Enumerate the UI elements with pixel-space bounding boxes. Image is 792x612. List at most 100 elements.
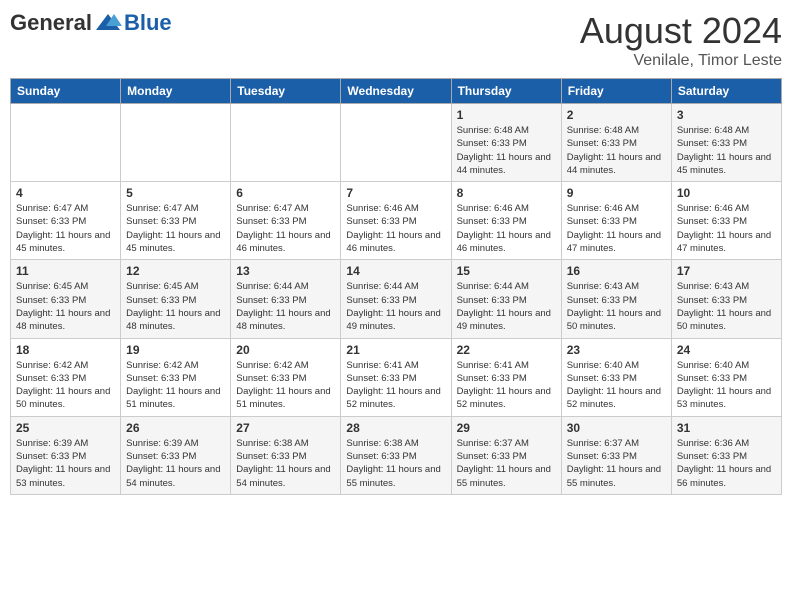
day-info: Sunrise: 6:40 AM Sunset: 6:33 PM Dayligh… (677, 359, 776, 412)
table-row: 18 Sunrise: 6:42 AM Sunset: 6:33 PM Dayli… (11, 338, 121, 416)
day-number: 2 (567, 108, 666, 122)
day-number: 29 (457, 421, 556, 435)
day-info: Sunrise: 6:45 AM Sunset: 6:33 PM Dayligh… (16, 280, 115, 333)
day-number: 30 (567, 421, 666, 435)
table-row (11, 104, 121, 182)
table-row: 30 Sunrise: 6:37 AM Sunset: 6:33 PM Dayli… (561, 416, 671, 494)
day-number: 9 (567, 186, 666, 200)
day-info: Sunrise: 6:47 AM Sunset: 6:33 PM Dayligh… (16, 202, 115, 255)
day-info: Sunrise: 6:48 AM Sunset: 6:33 PM Dayligh… (567, 124, 666, 177)
day-number: 8 (457, 186, 556, 200)
day-number: 21 (346, 343, 445, 357)
day-number: 27 (236, 421, 335, 435)
table-row: 28 Sunrise: 6:38 AM Sunset: 6:33 PM Dayli… (341, 416, 451, 494)
table-row: 2 Sunrise: 6:48 AM Sunset: 6:33 PM Daylig… (561, 104, 671, 182)
page-header: General Blue August 2024 Venilale, Timor… (10, 10, 782, 70)
day-number: 25 (16, 421, 115, 435)
table-row: 8 Sunrise: 6:46 AM Sunset: 6:33 PM Daylig… (451, 182, 561, 260)
day-info: Sunrise: 6:39 AM Sunset: 6:33 PM Dayligh… (16, 437, 115, 490)
day-info: Sunrise: 6:40 AM Sunset: 6:33 PM Dayligh… (567, 359, 666, 412)
day-number: 24 (677, 343, 776, 357)
table-row (121, 104, 231, 182)
col-friday: Friday (561, 79, 671, 104)
calendar-week-1: 1 Sunrise: 6:48 AM Sunset: 6:33 PM Daylig… (11, 104, 782, 182)
day-info: Sunrise: 6:48 AM Sunset: 6:33 PM Dayligh… (677, 124, 776, 177)
col-tuesday: Tuesday (231, 79, 341, 104)
table-row: 3Sunrise: 6:48 AM Sunset: 6:33 PM Daylig… (671, 104, 781, 182)
day-info: Sunrise: 6:45 AM Sunset: 6:33 PM Dayligh… (126, 280, 225, 333)
table-row: 5 Sunrise: 6:47 AM Sunset: 6:33 PM Daylig… (121, 182, 231, 260)
table-row: 12 Sunrise: 6:45 AM Sunset: 6:33 PM Dayli… (121, 260, 231, 338)
calendar-week-4: 18 Sunrise: 6:42 AM Sunset: 6:33 PM Dayli… (11, 338, 782, 416)
logo-blue-text: Blue (124, 10, 172, 36)
col-wednesday: Wednesday (341, 79, 451, 104)
day-info: Sunrise: 6:46 AM Sunset: 6:33 PM Dayligh… (457, 202, 556, 255)
table-row: 27 Sunrise: 6:38 AM Sunset: 6:33 PM Dayli… (231, 416, 341, 494)
table-row: 31Sunrise: 6:36 AM Sunset: 6:33 PM Dayli… (671, 416, 781, 494)
day-info: Sunrise: 6:42 AM Sunset: 6:33 PM Dayligh… (236, 359, 335, 412)
day-info: Sunrise: 6:41 AM Sunset: 6:33 PM Dayligh… (457, 359, 556, 412)
day-info: Sunrise: 6:44 AM Sunset: 6:33 PM Dayligh… (346, 280, 445, 333)
day-info: Sunrise: 6:43 AM Sunset: 6:33 PM Dayligh… (567, 280, 666, 333)
day-info: Sunrise: 6:47 AM Sunset: 6:33 PM Dayligh… (236, 202, 335, 255)
day-number: 26 (126, 421, 225, 435)
day-number: 10 (677, 186, 776, 200)
table-row: 16 Sunrise: 6:43 AM Sunset: 6:33 PM Dayli… (561, 260, 671, 338)
day-info: Sunrise: 6:37 AM Sunset: 6:33 PM Dayligh… (567, 437, 666, 490)
table-row: 13Sunrise: 6:44 AM Sunset: 6:33 PM Dayli… (231, 260, 341, 338)
day-info: Sunrise: 6:38 AM Sunset: 6:33 PM Dayligh… (236, 437, 335, 490)
day-number: 14 (346, 264, 445, 278)
logo-icon (94, 12, 122, 34)
table-row: 24 Sunrise: 6:40 AM Sunset: 6:33 PM Dayli… (671, 338, 781, 416)
col-thursday: Thursday (451, 79, 561, 104)
calendar-week-5: 25 Sunrise: 6:39 AM Sunset: 6:33 PM Dayli… (11, 416, 782, 494)
month-year-title: August 2024 (580, 10, 782, 52)
day-number: 17 (677, 264, 776, 278)
day-number: 20 (236, 343, 335, 357)
day-number: 28 (346, 421, 445, 435)
table-row: 20 Sunrise: 6:42 AM Sunset: 6:33 PM Dayli… (231, 338, 341, 416)
day-number: 11 (16, 264, 115, 278)
day-info: Sunrise: 6:39 AM Sunset: 6:33 PM Dayligh… (126, 437, 225, 490)
table-row: 9Sunrise: 6:46 AM Sunset: 6:33 PM Daylig… (561, 182, 671, 260)
day-info: Sunrise: 6:48 AM Sunset: 6:33 PM Dayligh… (457, 124, 556, 177)
day-number: 19 (126, 343, 225, 357)
location-subtitle: Venilale, Timor Leste (580, 52, 782, 70)
day-number: 12 (126, 264, 225, 278)
logo-general-text: General (10, 10, 92, 36)
day-info: Sunrise: 6:42 AM Sunset: 6:33 PM Dayligh… (16, 359, 115, 412)
table-row (231, 104, 341, 182)
day-number: 15 (457, 264, 556, 278)
day-number: 22 (457, 343, 556, 357)
table-row: 6Sunrise: 6:47 AM Sunset: 6:33 PM Daylig… (231, 182, 341, 260)
table-row: 25 Sunrise: 6:39 AM Sunset: 6:33 PM Dayli… (11, 416, 121, 494)
day-info: Sunrise: 6:47 AM Sunset: 6:33 PM Dayligh… (126, 202, 225, 255)
table-row: 7 Sunrise: 6:46 AM Sunset: 6:33 PM Daylig… (341, 182, 451, 260)
day-info: Sunrise: 6:44 AM Sunset: 6:33 PM Dayligh… (457, 280, 556, 333)
day-number: 23 (567, 343, 666, 357)
col-saturday: Saturday (671, 79, 781, 104)
table-row: 15 Sunrise: 6:44 AM Sunset: 6:33 PM Dayli… (451, 260, 561, 338)
table-row: 4Sunrise: 6:47 AM Sunset: 6:33 PM Daylig… (11, 182, 121, 260)
day-number: 5 (126, 186, 225, 200)
day-number: 1 (457, 108, 556, 122)
day-number: 7 (346, 186, 445, 200)
calendar-table: Sunday Monday Tuesday Wednesday Thursday… (10, 78, 782, 495)
day-number: 13 (236, 264, 335, 278)
day-info: Sunrise: 6:46 AM Sunset: 6:33 PM Dayligh… (346, 202, 445, 255)
table-row: 11 Sunrise: 6:45 AM Sunset: 6:33 PM Dayli… (11, 260, 121, 338)
day-info: Sunrise: 6:41 AM Sunset: 6:33 PM Dayligh… (346, 359, 445, 412)
table-row: 10Sunrise: 6:46 AM Sunset: 6:33 PM Dayli… (671, 182, 781, 260)
day-number: 18 (16, 343, 115, 357)
logo: General Blue (10, 10, 172, 36)
table-row: 17Sunrise: 6:43 AM Sunset: 6:33 PM Dayli… (671, 260, 781, 338)
table-row: 1 Sunrise: 6:48 AM Sunset: 6:33 PM Daylig… (451, 104, 561, 182)
table-row: 29Sunrise: 6:37 AM Sunset: 6:33 PM Dayli… (451, 416, 561, 494)
calendar-header-row: Sunday Monday Tuesday Wednesday Thursday… (11, 79, 782, 104)
day-info: Sunrise: 6:38 AM Sunset: 6:33 PM Dayligh… (346, 437, 445, 490)
day-number: 16 (567, 264, 666, 278)
table-row: 23 Sunrise: 6:40 AM Sunset: 6:33 PM Dayli… (561, 338, 671, 416)
day-info: Sunrise: 6:36 AM Sunset: 6:33 PM Dayligh… (677, 437, 776, 490)
day-info: Sunrise: 6:42 AM Sunset: 6:33 PM Dayligh… (126, 359, 225, 412)
table-row: 19 Sunrise: 6:42 AM Sunset: 6:33 PM Dayli… (121, 338, 231, 416)
